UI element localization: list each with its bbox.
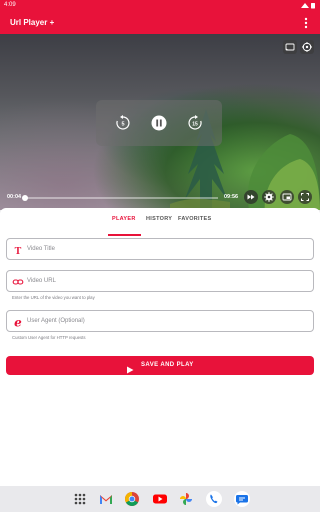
more-vert-icon[interactable] xyxy=(300,15,312,31)
video-url-placeholder: Video URL xyxy=(27,278,56,284)
user-agent-field[interactable]: e User Agent (Optional) xyxy=(6,310,314,332)
tab-player[interactable]: PLAYER xyxy=(112,216,136,236)
status-time: 4:09 xyxy=(4,2,16,8)
title-icon: T xyxy=(12,243,24,257)
app-bar: Url Player + xyxy=(0,12,320,34)
settings-icon xyxy=(264,192,274,202)
chrome-icon[interactable] xyxy=(124,491,140,507)
edge-browser-icon: e xyxy=(12,315,24,330)
video-title-placeholder: Video Title xyxy=(27,246,55,252)
gmail-icon[interactable] xyxy=(98,491,114,507)
tab-favorites[interactable]: FAVORITES xyxy=(178,216,211,236)
status-system-icons xyxy=(300,2,316,11)
play-icon xyxy=(126,361,134,379)
svg-text:15: 15 xyxy=(192,122,198,128)
settings-button[interactable] xyxy=(262,190,276,204)
forward-15-icon: 15 xyxy=(188,115,202,130)
link-icon xyxy=(12,275,24,287)
picture-in-picture-button[interactable] xyxy=(280,190,294,204)
content-sheet: PLAYER HISTORY FAVORITES T Video Title V… xyxy=(0,208,320,486)
duration: 09:56 xyxy=(224,194,239,200)
pause-button[interactable] xyxy=(150,114,168,132)
status-bar: 4:09 xyxy=(0,0,320,12)
seek-thumb[interactable] xyxy=(22,195,28,201)
picture-in-picture-icon xyxy=(282,193,292,201)
tab-history[interactable]: HISTORY xyxy=(146,216,172,236)
save-and-play-button[interactable]: SAVE AND PLAY xyxy=(6,356,314,375)
current-time: 00:04 xyxy=(7,194,22,200)
pause-icon xyxy=(151,115,167,131)
speed-button[interactable] xyxy=(244,190,258,204)
phone-icon[interactable] xyxy=(206,491,222,507)
svg-text:5: 5 xyxy=(121,122,124,128)
cast-button[interactable] xyxy=(283,40,297,54)
network-icon xyxy=(302,42,312,52)
fullscreen-icon xyxy=(301,193,309,201)
tab-bar: PLAYER HISTORY FAVORITES xyxy=(0,216,320,236)
video-url-helper: Enter the URL of the video you want to p… xyxy=(12,295,95,300)
save-and-play-label: SAVE AND PLAY xyxy=(141,362,194,368)
video-player[interactable]: 5 15 00:04 09:56 xyxy=(0,34,320,210)
fullscreen-button[interactable] xyxy=(298,190,312,204)
cast-icon xyxy=(285,43,295,51)
speed-icon xyxy=(247,194,255,200)
user-agent-helper: Custom User Agent for HTTP requests xyxy=(12,335,86,340)
svg-text:e: e xyxy=(14,316,22,328)
center-controls: 5 15 xyxy=(96,100,222,146)
replay-5-icon: 5 xyxy=(116,115,130,130)
forward-15-button[interactable]: 15 xyxy=(186,114,204,132)
app-drawer-icon[interactable] xyxy=(72,491,88,507)
system-dock xyxy=(0,486,320,512)
user-agent-placeholder: User Agent (Optional) xyxy=(27,318,85,324)
video-title-field[interactable]: T Video Title xyxy=(6,238,314,260)
network-button[interactable] xyxy=(300,40,314,54)
photos-icon[interactable] xyxy=(178,491,194,507)
app-title: Url Player + xyxy=(10,18,55,27)
replay-5-button[interactable]: 5 xyxy=(114,114,132,132)
seek-bar-row: 00:04 09:56 xyxy=(0,190,320,206)
youtube-icon[interactable] xyxy=(152,491,168,507)
svg-text:T: T xyxy=(15,246,22,256)
seek-track[interactable] xyxy=(22,195,218,201)
messages-icon[interactable] xyxy=(234,491,250,507)
video-url-field[interactable]: Video URL xyxy=(6,270,314,292)
tab-indicator xyxy=(108,234,141,236)
